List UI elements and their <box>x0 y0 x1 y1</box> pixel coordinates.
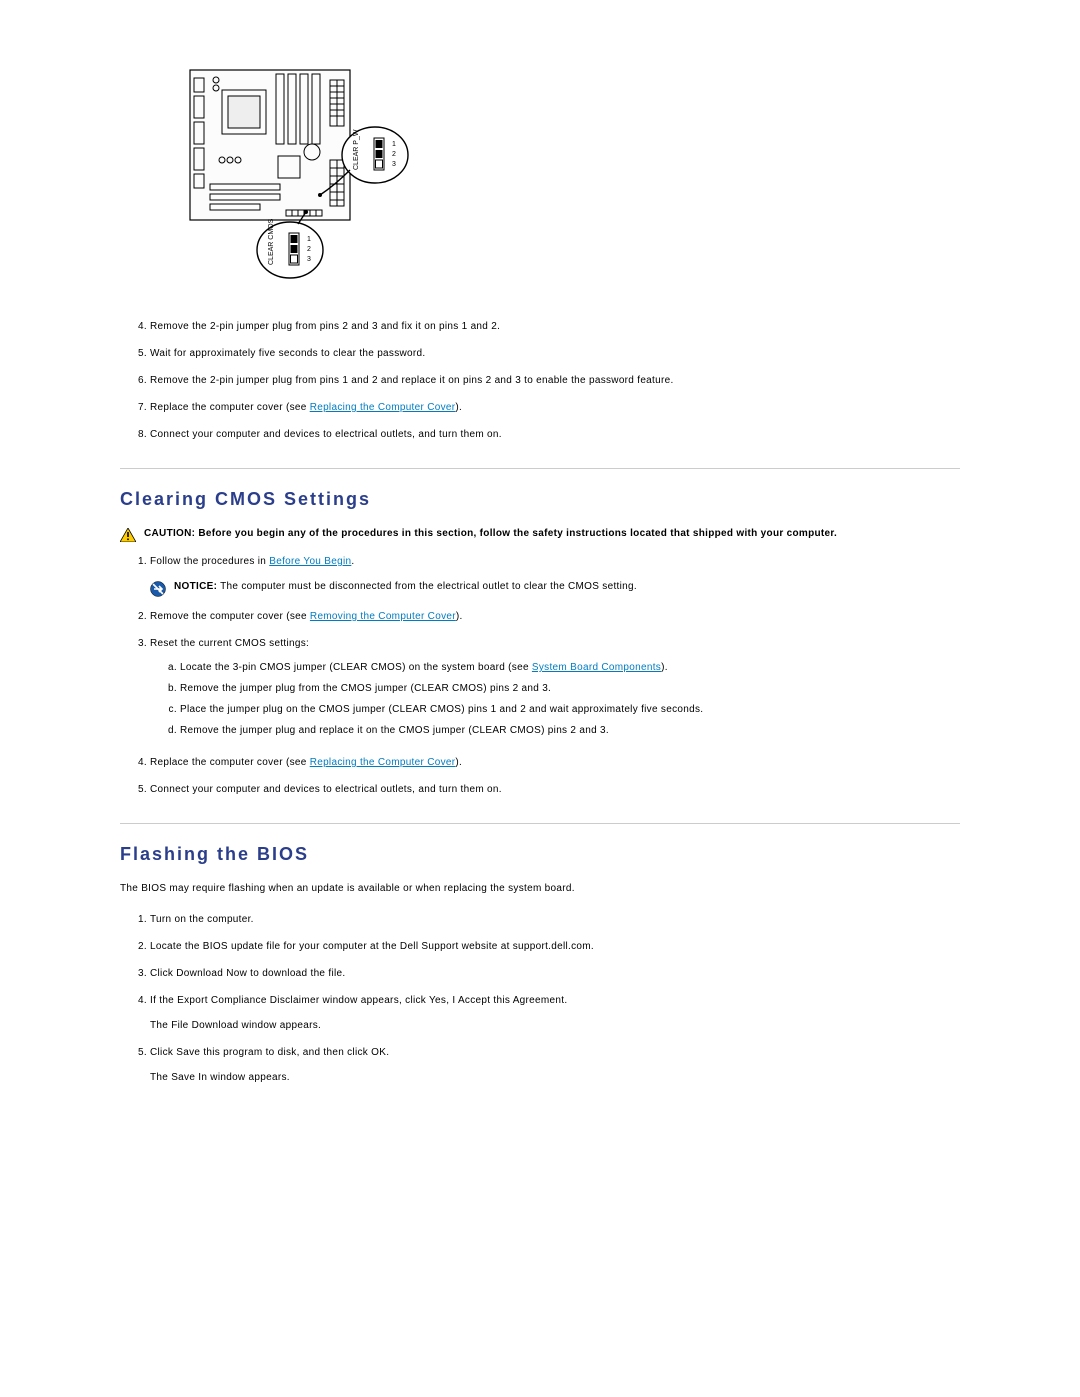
list-item: Follow the procedures in Before You Begi… <box>150 548 960 575</box>
list-item: Click Download Now to download the file. <box>150 960 960 987</box>
text: Replace the computer cover (see <box>150 402 310 413</box>
text: . <box>351 556 354 567</box>
caution-icon <box>120 528 136 542</box>
list-item: Remove the jumper plug and replace it on… <box>180 720 960 741</box>
link-system-board-components[interactable]: System Board Components <box>532 662 661 673</box>
svg-text:2: 2 <box>392 151 396 158</box>
motherboard-svg: CLEAR P_W 1 2 3 CLEAR CMOS 1 2 3 <box>180 60 410 280</box>
link-replacing-cover-2[interactable]: Replacing the Computer Cover <box>310 757 456 768</box>
text: Locate the 3-pin CMOS jumper (CLEAR CMOS… <box>180 662 532 673</box>
text: ). <box>455 402 462 413</box>
notice-icon <box>150 581 166 597</box>
list-item: Connect your computer and devices to ele… <box>150 776 960 803</box>
divider <box>120 823 960 824</box>
list-item: Wait for approximately five seconds to c… <box>150 340 960 367</box>
motherboard-diagram: CLEAR P_W 1 2 3 CLEAR CMOS 1 2 3 <box>180 60 960 283</box>
svg-text:2: 2 <box>307 246 311 253</box>
list-item: Remove the 2-pin jumper plug from pins 2… <box>150 313 960 340</box>
text: Replace the computer cover (see <box>150 757 310 768</box>
list-item: Place the jumper plug on the CMOS jumper… <box>180 699 960 720</box>
notice-text: NOTICE: The computer must be disconnecte… <box>174 581 637 592</box>
list-item: Remove the computer cover (see Removing … <box>150 603 960 630</box>
text: ). <box>661 662 668 673</box>
text: ). <box>455 757 462 768</box>
notice-body: The computer must be disconnected from t… <box>217 581 637 592</box>
list-item: Replace the computer cover (see Replacin… <box>150 394 960 421</box>
list-item: Turn on the computer. <box>150 906 960 933</box>
list-item: Locate the 3-pin CMOS jumper (CLEAR CMOS… <box>180 657 960 678</box>
cmos-steps-2: Remove the computer cover (see Removing … <box>120 603 960 803</box>
link-before-you-begin[interactable]: Before You Begin <box>269 556 351 567</box>
page-content: CLEAR P_W 1 2 3 CLEAR CMOS 1 2 3 <box>0 0 1080 1151</box>
list-item: Reset the current CMOS settings: Locate … <box>150 630 960 749</box>
password-steps-continued: Remove the 2-pin jumper plug from pins 2… <box>120 313 960 448</box>
section-heading-cmos: Clearing CMOS Settings <box>120 489 960 510</box>
notice-row: NOTICE: The computer must be disconnecte… <box>120 581 960 597</box>
callout-clear-pw-label: CLEAR P_W <box>353 129 360 170</box>
text: Reset the current CMOS settings: <box>150 638 309 649</box>
caution-body: Before you begin any of the procedures i… <box>195 528 837 539</box>
list-item: Connect your computer and devices to ele… <box>150 421 960 448</box>
svg-text:1: 1 <box>307 236 311 243</box>
divider <box>120 468 960 469</box>
link-removing-cover[interactable]: Removing the Computer Cover <box>310 611 456 622</box>
text: If the Export Compliance Disclaimer wind… <box>150 995 567 1006</box>
caution-label: CAUTION: <box>144 528 195 539</box>
list-item: If the Export Compliance Disclaimer wind… <box>150 987 960 1039</box>
text: ). <box>456 611 463 622</box>
svg-text:3: 3 <box>307 256 311 263</box>
list-item: Click Save this program to disk, and the… <box>150 1039 960 1091</box>
cmos-substeps: Locate the 3-pin CMOS jumper (CLEAR CMOS… <box>150 657 960 741</box>
link-replacing-cover[interactable]: Replacing the Computer Cover <box>310 402 456 413</box>
caution-notice: CAUTION: Before you begin any of the pro… <box>120 528 960 542</box>
step-followup: The Save In window appears. <box>150 1072 960 1083</box>
bios-intro: The BIOS may require flashing when an up… <box>120 883 960 894</box>
list-item: Replace the computer cover (see Replacin… <box>150 749 960 776</box>
list-item: Remove the jumper plug from the CMOS jum… <box>180 678 960 699</box>
section-heading-bios: Flashing the BIOS <box>120 844 960 865</box>
cmos-steps-1: Follow the procedures in Before You Begi… <box>120 548 960 575</box>
caution-text: CAUTION: Before you begin any of the pro… <box>144 528 837 539</box>
list-item: Remove the 2-pin jumper plug from pins 1… <box>150 367 960 394</box>
svg-text:1: 1 <box>392 141 396 148</box>
text: Follow the procedures in <box>150 556 269 567</box>
svg-text:3: 3 <box>392 161 396 168</box>
text: Remove the computer cover (see <box>150 611 310 622</box>
text: Click Save this program to disk, and the… <box>150 1047 389 1058</box>
notice-label: NOTICE: <box>174 581 217 592</box>
step-followup: The File Download window appears. <box>150 1020 960 1031</box>
bios-steps: Turn on the computer. Locate the BIOS up… <box>120 906 960 1091</box>
list-item: Locate the BIOS update file for your com… <box>150 933 960 960</box>
callout-clear-cmos-label: CLEAR CMOS <box>268 218 275 265</box>
